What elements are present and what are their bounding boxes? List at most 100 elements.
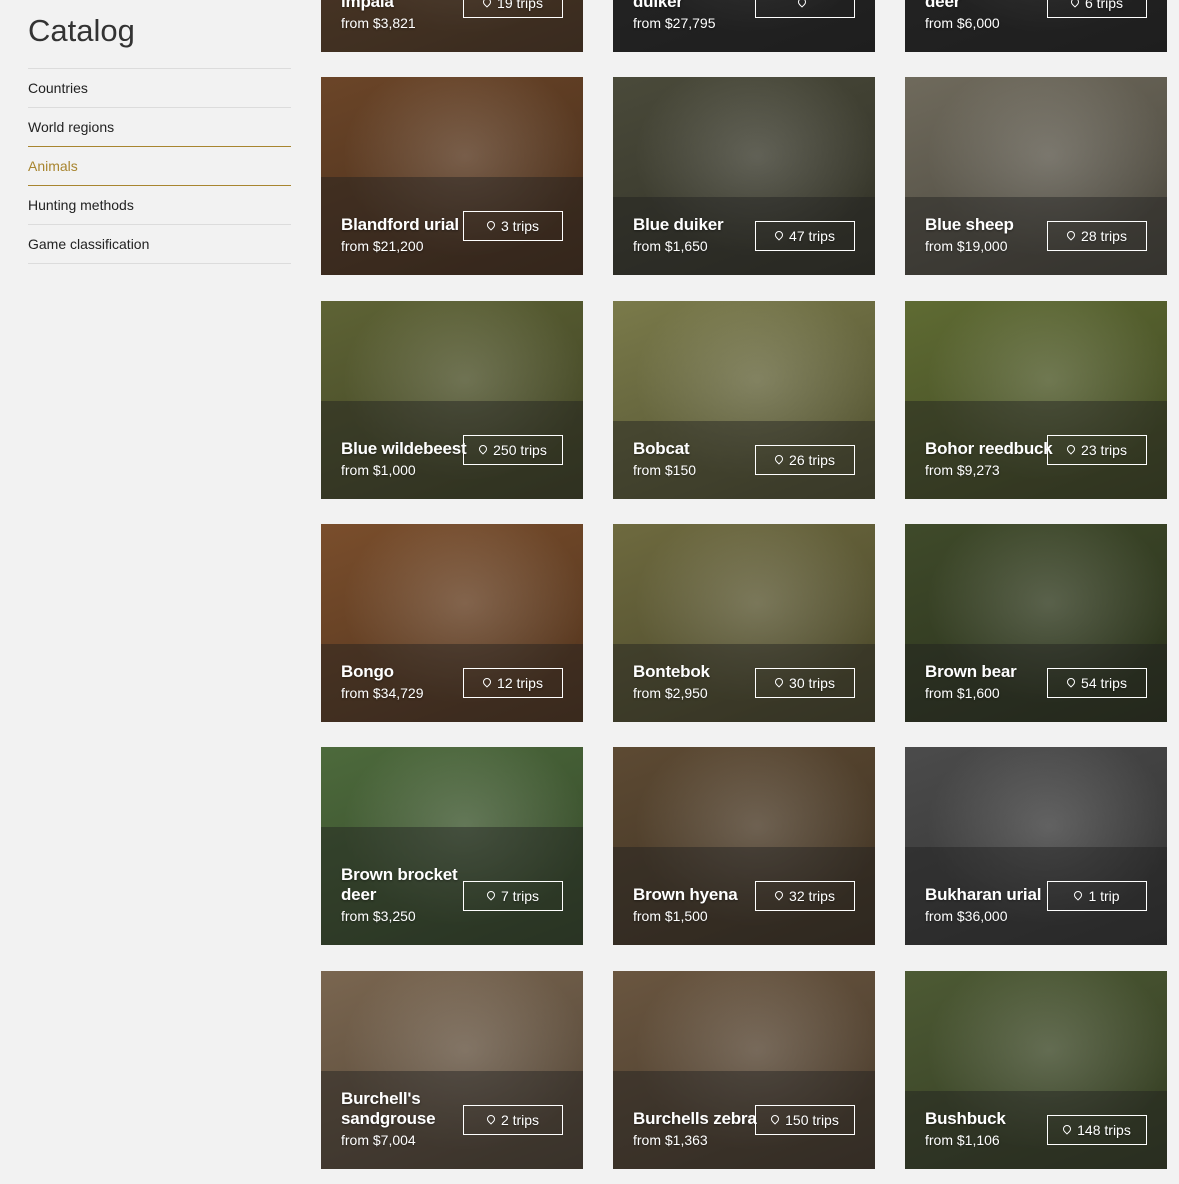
trips-count: 54 trips [1081,675,1127,691]
card-info: Blandford urial from $21,200 [341,215,471,255]
animal-price: from $19,000 [925,238,1008,254]
animal-card[interactable]: Brown hyena from $1,500 32 trips [613,747,875,945]
card-info: Burchell's sandgrouse from $7,004 [341,1089,471,1149]
animal-card[interactable]: Bontebok from $2,950 30 trips [613,524,875,722]
map-pin-icon [773,889,785,901]
trips-button[interactable]: 2 trips [463,1105,563,1135]
animal-card[interactable]: Bongo from $34,729 12 trips [321,524,583,722]
map-pin-icon [1065,229,1077,241]
trips-button[interactable]: 150 trips [755,1105,855,1135]
animal-card[interactable]: Bushbuck from $1,106 148 trips [905,971,1167,1169]
card-info: Bushbuck from $1,106 [925,1109,1055,1149]
trips-button[interactable] [755,0,855,18]
card-info: Blue wildebeest from $1,000 [341,439,471,479]
map-pin-icon [1065,676,1077,688]
animal-name: Bukharan urial [925,885,1042,904]
animal-card[interactable]: Blandford urial from $21,200 3 trips [321,77,583,275]
trips-button[interactable]: 3 trips [463,211,563,241]
nav-item-animals[interactable]: Animals [28,146,291,186]
card-info: duiker from $27,795 [633,0,763,32]
catalog-sidebar: Catalog Countries World regions Animals … [28,0,291,264]
trips-button[interactable]: 6 trips [1047,0,1147,18]
trips-count: 23 trips [1081,442,1127,458]
trips-button[interactable]: 250 trips [463,435,563,465]
animal-price: from $3,821 [341,15,416,31]
animal-card[interactable]: Blue duiker from $1,650 47 trips [613,77,875,275]
trips-button[interactable]: 47 trips [755,221,855,251]
animal-name: Burchell's sandgrouse [341,1089,436,1128]
card-info: Bobcat from $150 [633,439,763,479]
nav-item-world-regions[interactable]: World regions [28,108,291,147]
trips-count: 6 trips [1084,0,1124,11]
animal-card[interactable]: duiker from $27,795 [613,0,875,52]
trips-button[interactable]: 148 trips [1047,1115,1147,1145]
animal-price: from $7,004 [341,1132,416,1148]
animal-card[interactable]: Burchells zebra from $1,363 150 trips [613,971,875,1169]
trips-count: 28 trips [1081,228,1127,244]
trips-button[interactable]: 19 trips [463,0,563,18]
map-pin-icon [773,453,785,465]
trips-count: 7 trips [500,888,540,904]
trips-count: 250 trips [493,442,547,458]
animal-card[interactable]: Blue wildebeest from $1,000 250 trips [321,301,583,499]
animal-price: from $9,273 [925,462,1000,478]
nav-item-countries[interactable]: Countries [28,69,291,108]
animal-card[interactable]: Brown bear from $1,600 54 trips [905,524,1167,722]
card-info: Brown hyena from $1,500 [633,885,763,925]
card-info: Burchells zebra from $1,363 [633,1109,763,1149]
animal-name: Burchells zebra [633,1109,757,1128]
animal-name: duiker [633,0,683,11]
trips-button[interactable]: 30 trips [755,668,855,698]
trips-count: 47 trips [789,228,835,244]
animal-card[interactable]: Bohor reedbuck from $9,273 23 trips [905,301,1167,499]
animal-name: Brown bear [925,662,1017,681]
trips-count: 150 trips [785,1112,839,1128]
card-info: Brown bear from $1,600 [925,662,1055,702]
trips-button[interactable]: 28 trips [1047,221,1147,251]
animal-name: Brown hyena [633,885,738,904]
trips-count: 148 trips [1077,1122,1131,1138]
animal-name: Blandford urial [341,215,459,234]
animal-card[interactable]: deer from $6,000 6 trips [905,0,1167,52]
map-pin-icon [769,1113,781,1125]
animal-card[interactable]: Burchell's sandgrouse from $7,004 2 trips [321,971,583,1169]
animal-price: from $2,950 [633,685,708,701]
trips-count: 3 trips [500,218,540,234]
map-pin-icon [485,889,497,901]
trips-button[interactable]: 54 trips [1047,668,1147,698]
trips-count: 2 trips [500,1112,540,1128]
card-info: deer from $6,000 [925,0,1055,32]
animal-price: from $1,363 [633,1132,708,1148]
animal-price: from $27,795 [633,15,716,31]
animal-name: Bushbuck [925,1109,1006,1128]
animal-name: Blue duiker [633,215,724,234]
catalog-nav: Countries World regions Animals Hunting … [28,68,291,264]
animal-card[interactable]: Brown brocket deer from $3,250 7 trips [321,747,583,945]
animal-card[interactable]: Bobcat from $150 26 trips [613,301,875,499]
map-pin-icon [773,676,785,688]
map-pin-icon [481,0,493,8]
card-info: Blue sheep from $19,000 [925,215,1055,255]
animal-card[interactable]: Bukharan urial from $36,000 1 trip [905,747,1167,945]
animal-card[interactable]: impala from $3,821 19 trips [321,0,583,52]
animal-name: Brown brocket deer [341,865,458,904]
trips-button[interactable]: 7 trips [463,881,563,911]
trips-button[interactable]: 1 trip [1047,881,1147,911]
animal-name: deer [925,0,961,11]
animal-name: Bobcat [633,439,690,458]
map-pin-icon [796,0,808,8]
nav-item-game-classification[interactable]: Game classification [28,225,291,264]
trips-button[interactable]: 32 trips [755,881,855,911]
card-info: Bukharan urial from $36,000 [925,885,1055,925]
map-pin-icon [481,676,493,688]
card-info: Bongo from $34,729 [341,662,471,702]
trips-button[interactable]: 12 trips [463,668,563,698]
animal-name: Bontebok [633,662,710,681]
trips-button[interactable]: 23 trips [1047,435,1147,465]
nav-item-hunting-methods[interactable]: Hunting methods [28,186,291,225]
trips-button[interactable]: 26 trips [755,445,855,475]
animal-price: from $1,500 [633,908,708,924]
animal-card[interactable]: Blue sheep from $19,000 28 trips [905,77,1167,275]
animal-price: from $1,000 [341,462,416,478]
animal-price: from $3,250 [341,908,416,924]
